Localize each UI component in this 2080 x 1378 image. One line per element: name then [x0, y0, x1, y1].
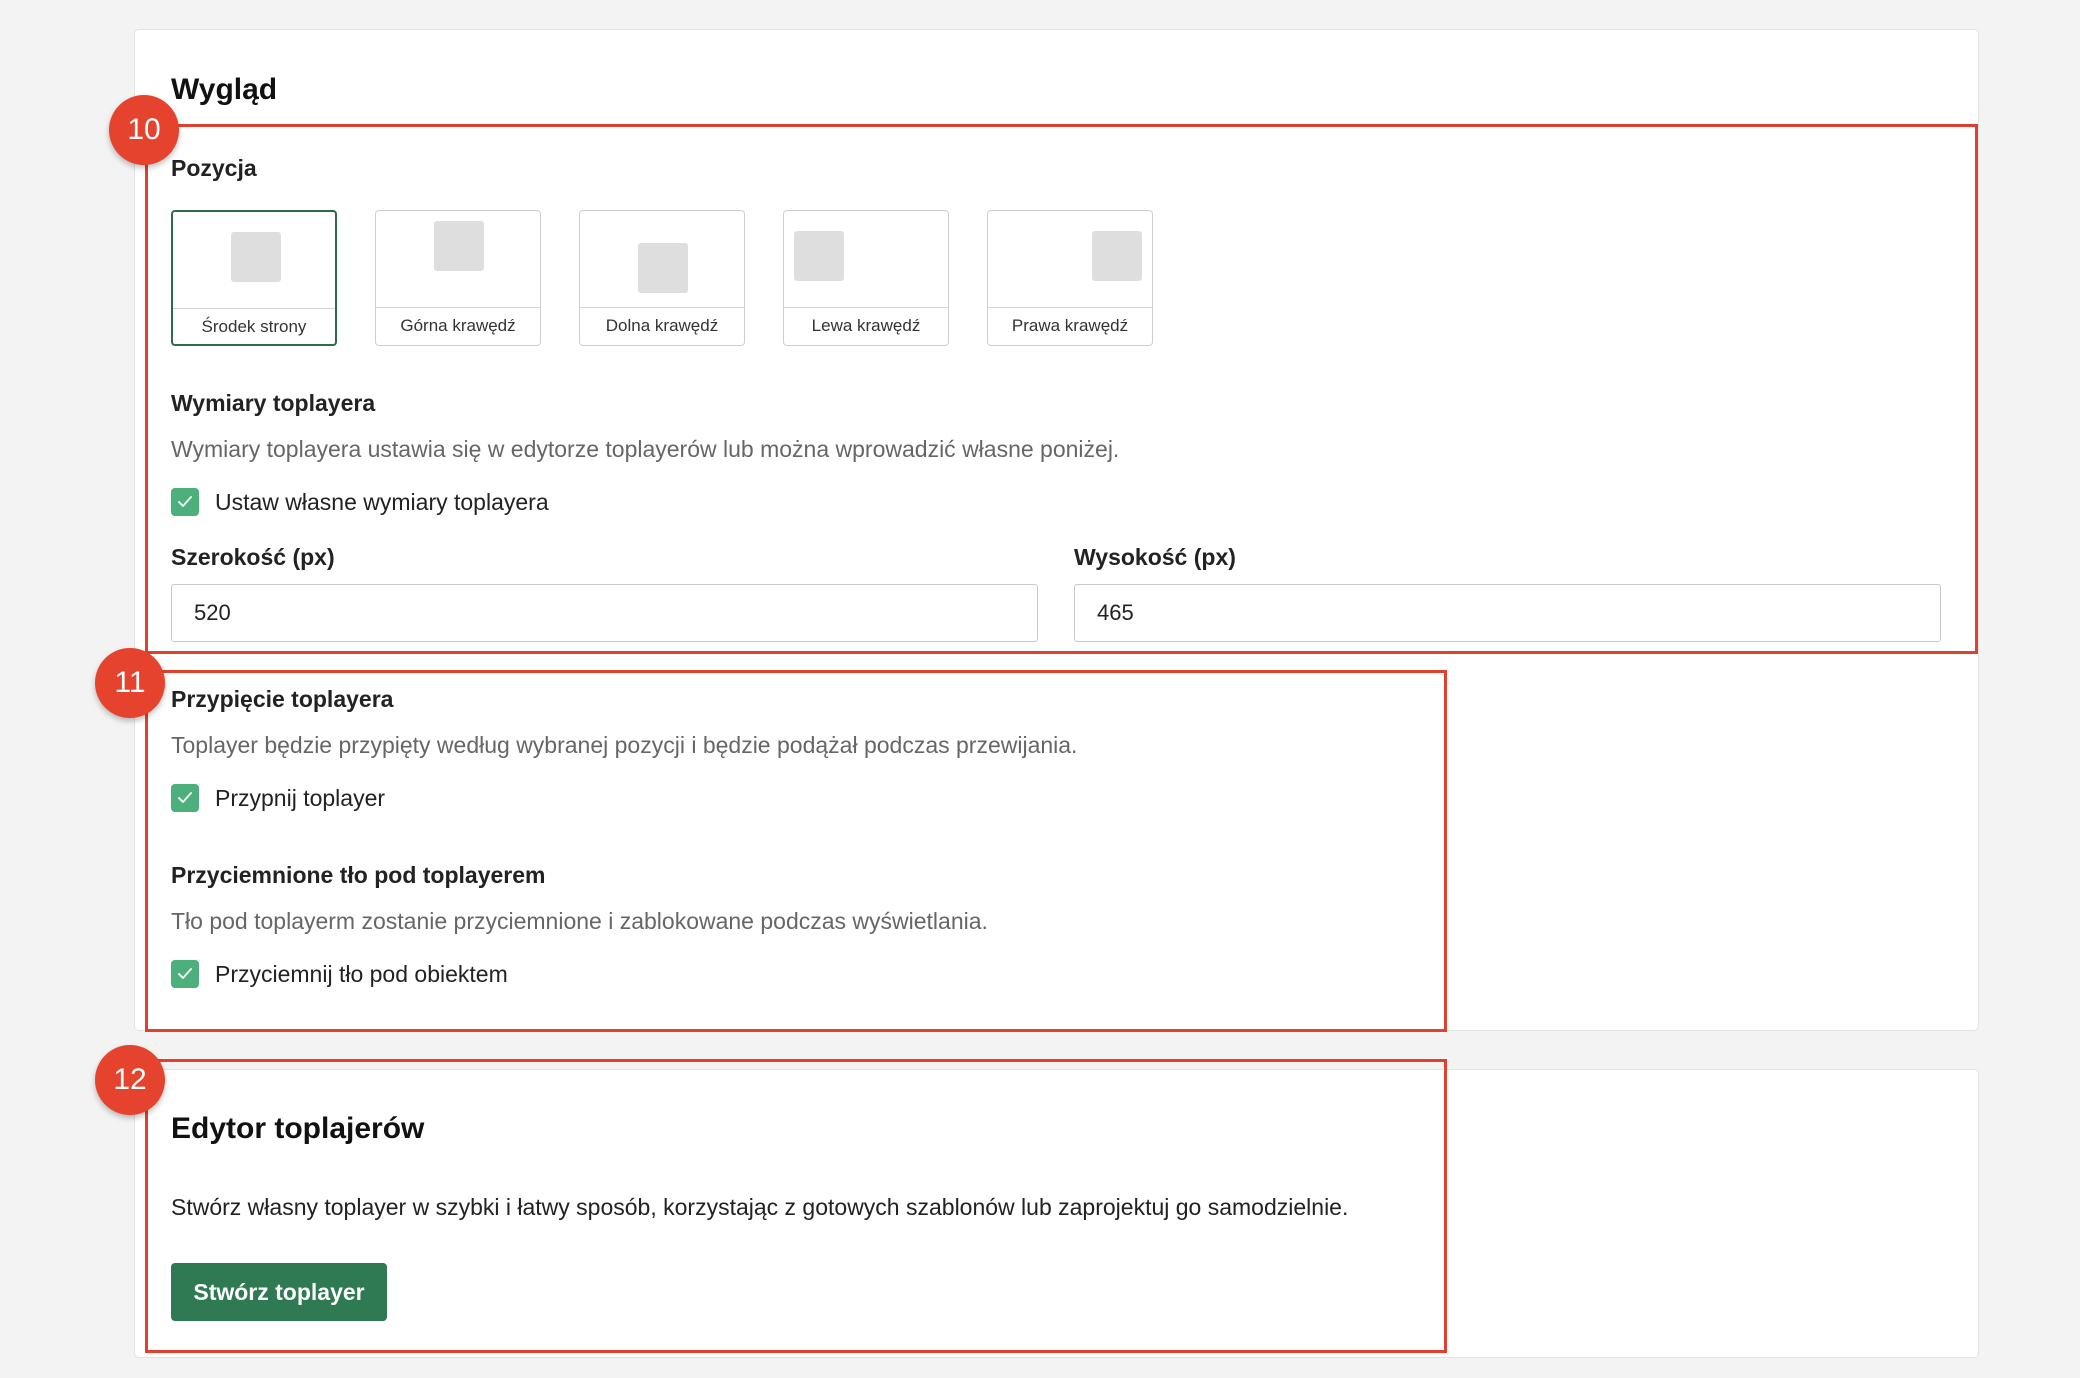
- check-icon: [178, 792, 192, 803]
- dim-background-heading: Przyciemnione tło pod toplayerem: [171, 862, 546, 888]
- dim-background-checkbox[interactable]: Przyciemnij tło pod obiektem: [171, 960, 508, 988]
- pin-toplayer-checkbox[interactable]: Przypnij toplayer: [171, 784, 385, 812]
- dim-background-description: Tło pod toplayerm zostanie przyciemnione…: [171, 908, 988, 934]
- top-position-icon: [434, 221, 484, 271]
- position-option-label: Górna krawędź: [400, 316, 516, 335]
- custom-dimensions-checkbox[interactable]: Ustaw własne wymiary toplayera: [171, 488, 549, 516]
- position-option-bottom[interactable]: Dolna krawędź: [579, 210, 745, 346]
- checkbox-checked[interactable]: [171, 488, 199, 516]
- height-input[interactable]: [1074, 584, 1941, 642]
- checkbox-label: Przypnij toplayer: [215, 784, 386, 811]
- position-option-label: Dolna krawędź: [605, 316, 719, 335]
- editor-title: Edytor toplajerów: [171, 1112, 425, 1145]
- dimensions-heading: Wymiary toplayera: [171, 390, 376, 416]
- left-position-icon: [794, 231, 844, 281]
- position-option-left[interactable]: Lewa krawędź: [783, 210, 949, 346]
- position-option-top[interactable]: Górna krawędź: [375, 210, 541, 346]
- position-option-label: Lewa krawędź: [811, 316, 921, 335]
- dimensions-description: Wymiary toplayera ustawia się w edytorze…: [171, 436, 1120, 462]
- position-option-center[interactable]: Środek strony: [171, 210, 337, 346]
- create-toplayer-button[interactable]: Stwórz toplayer: [171, 1263, 387, 1321]
- appearance-title: Wygląd: [171, 73, 278, 106]
- position-option-label: Środek strony: [201, 317, 307, 336]
- position-option-label: Prawa krawędź: [1011, 316, 1129, 335]
- width-input[interactable]: [171, 584, 1038, 642]
- check-icon: [178, 968, 192, 979]
- checkbox-label: Ustaw własne wymiary toplayera: [215, 488, 549, 515]
- editor-description: Stwórz własny toplayer w szybki i łatwy …: [171, 1194, 1349, 1220]
- center-position-icon: [231, 232, 281, 282]
- bottom-position-icon: [638, 243, 688, 293]
- checkbox-label: Przyciemnij tło pod obiektem: [215, 960, 508, 987]
- height-label: Wysokość (px): [1074, 544, 1236, 570]
- checkbox-checked[interactable]: [171, 784, 199, 812]
- pinning-heading: Przypięcie toplayera: [171, 686, 394, 712]
- width-label: Szerokość (px): [171, 544, 335, 570]
- right-position-icon: [1092, 231, 1142, 281]
- position-option-right[interactable]: Prawa krawędź: [987, 210, 1153, 346]
- check-icon: [178, 496, 192, 507]
- position-heading: Pozycja: [171, 155, 257, 181]
- pinning-description: Toplayer będzie przypięty według wybrane…: [171, 732, 1078, 758]
- checkbox-checked[interactable]: [171, 960, 199, 988]
